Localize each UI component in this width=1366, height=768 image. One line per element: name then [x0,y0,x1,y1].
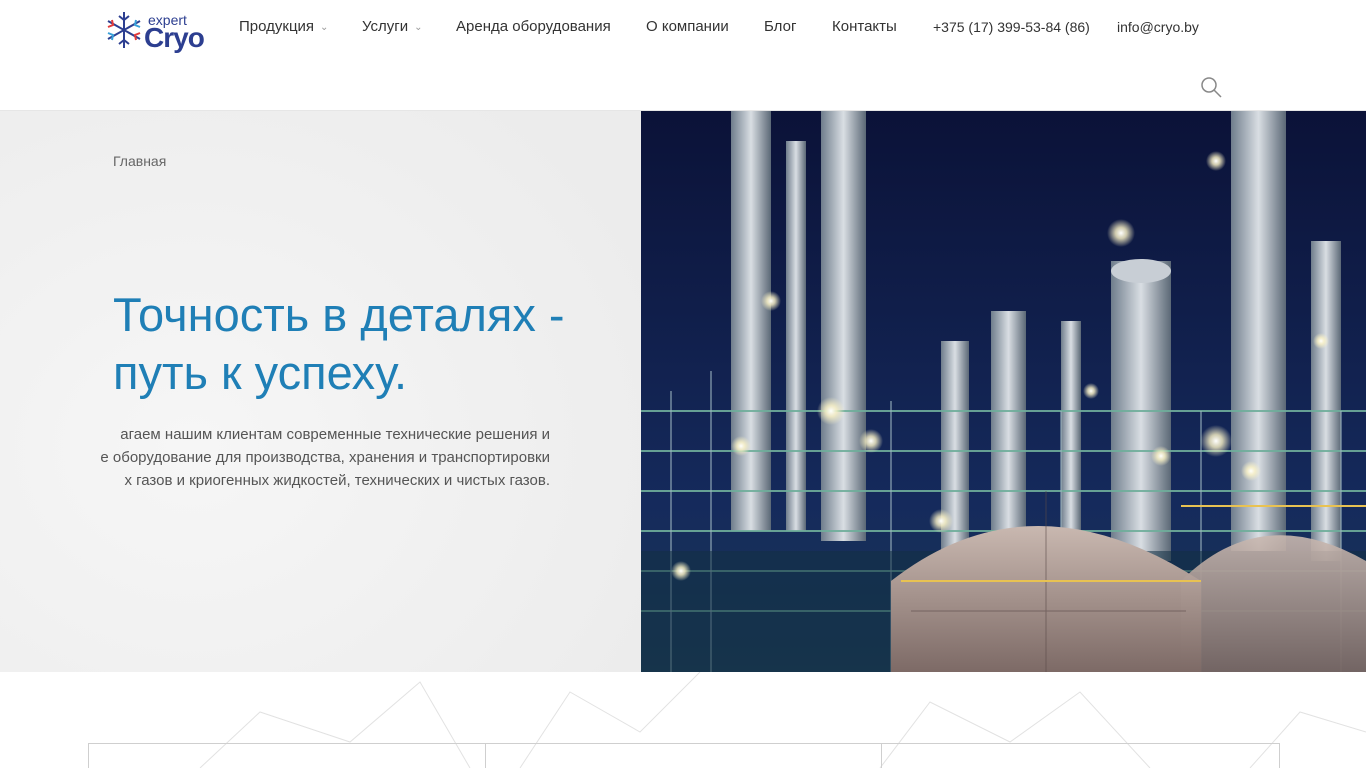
services-section [0,672,1366,768]
site-header: expert Cryo Продукция ⌄ Услуги ⌄ Аренда об… [0,0,1366,111]
refinery-image [641,111,1366,672]
nav-blog[interactable]: Блог [764,18,796,35]
chevron-down-icon: ⌄ [414,21,423,33]
hero-description: агаем нашим клиентам современные техниче… [0,423,550,492]
nav-products-label: Продукция [239,18,315,35]
nav-services-label: Услуги [362,18,409,35]
chevron-down-icon: ⌄ [320,21,329,33]
hero-title: Точность в деталях - путь к успеху. [113,286,633,402]
service-cards [88,743,1280,768]
nav-rental[interactable]: Аренда оборудования [456,18,611,35]
header-phone[interactable]: +375 (17) 399-53-84 (86) [933,19,1090,35]
card-divider [485,744,486,768]
hero-title-line1: Точность в деталях - [113,288,565,341]
nav-products[interactable]: Продукция ⌄ [239,18,328,35]
breadcrumb-home[interactable]: Главная [113,153,166,169]
header-email[interactable]: info@cryo.by [1117,19,1199,35]
nav-about[interactable]: О компании [646,18,729,35]
hero-image [641,111,1366,672]
hero-text-line3: х газов и криогенных жидкостей, техничес… [124,472,550,489]
logo-cryo-text: Cryo [144,22,205,53]
search-icon[interactable] [1200,76,1222,98]
snowflake-logo-icon [107,12,141,48]
hero-text-panel: Главная Точность в деталях - путь к успе… [0,111,641,672]
hero-title-line2: путь к успеху. [113,346,408,399]
nav-contacts[interactable]: Контакты [832,18,897,35]
nav-services[interactable]: Услуги ⌄ [362,18,423,35]
logo[interactable]: expert Cryo [104,6,205,56]
hero-text-line1: агаем нашим клиентам современные техниче… [120,426,550,443]
hero-text-line2: е оборудование для производства, хранени… [100,449,550,466]
card-divider [881,744,882,768]
